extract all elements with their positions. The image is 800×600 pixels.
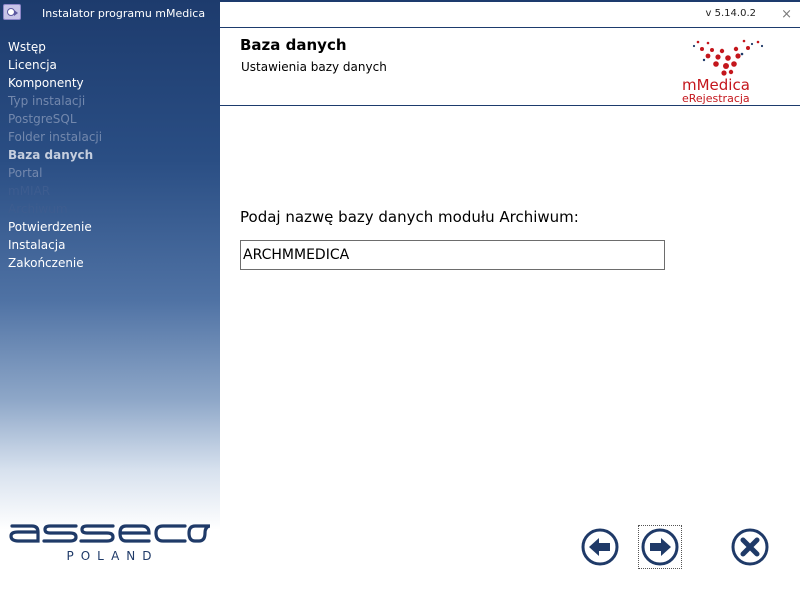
asseco-logo: POLAND bbox=[8, 520, 210, 570]
step-item: mMIAR bbox=[8, 184, 51, 198]
app-icon[interactable] bbox=[3, 4, 21, 20]
mmedica-dots-icon bbox=[692, 39, 764, 76]
step-item: Typ instalacji bbox=[8, 94, 86, 108]
brand-name: mMedica bbox=[682, 76, 750, 94]
step-item: Licencja bbox=[8, 58, 57, 72]
arrow-left-icon bbox=[581, 528, 619, 566]
step-item-current: Baza danych bbox=[8, 148, 94, 162]
page-subtitle: Ustawienia bazy danych bbox=[241, 60, 387, 74]
brand-product: eRejestracja bbox=[682, 92, 750, 105]
mmedica-logo: mMedica eRejestracja bbox=[678, 38, 782, 106]
db-name-label: Podaj nazwę bazy danych modułu Archiwum: bbox=[240, 208, 579, 226]
step-item: Instalacja bbox=[8, 238, 66, 252]
step-item: Archiwum bbox=[8, 202, 68, 216]
next-button[interactable] bbox=[638, 525, 682, 569]
step-item: Potwierdzenie bbox=[8, 220, 92, 234]
step-item: Komponenty bbox=[8, 76, 84, 90]
window-close-button[interactable]: × bbox=[781, 7, 792, 22]
step-item: Portal bbox=[8, 166, 43, 180]
sidebar: Instalator programu mMedica Wstęp Licenc… bbox=[0, 0, 220, 600]
page-header: Baza danych Ustawienia bazy danych mMedi… bbox=[220, 28, 800, 106]
title-bar: Instalator programu mMedica bbox=[0, 0, 220, 28]
arrow-right-icon bbox=[641, 528, 679, 566]
step-item: PostgreSQL bbox=[8, 112, 77, 126]
top-strip: v 5.14.0.2 × bbox=[220, 0, 800, 28]
cancel-button[interactable] bbox=[730, 527, 770, 567]
asseco-wordmark-icon bbox=[9, 524, 210, 543]
close-icon bbox=[731, 528, 769, 566]
window-title: Instalator programu mMedica bbox=[42, 7, 206, 20]
back-button[interactable] bbox=[580, 527, 620, 567]
steps-list: Wstęp Licencja Komponenty Typ instalacji… bbox=[8, 38, 102, 272]
step-item: Folder instalacji bbox=[8, 130, 103, 144]
version-label: v 5.14.0.2 bbox=[705, 8, 756, 19]
asseco-subtext: POLAND bbox=[66, 549, 159, 563]
page-title: Baza danych bbox=[240, 36, 347, 54]
step-item: Wstęp bbox=[8, 40, 46, 54]
db-name-input[interactable] bbox=[240, 240, 665, 270]
step-item: Zakończenie bbox=[8, 256, 84, 270]
